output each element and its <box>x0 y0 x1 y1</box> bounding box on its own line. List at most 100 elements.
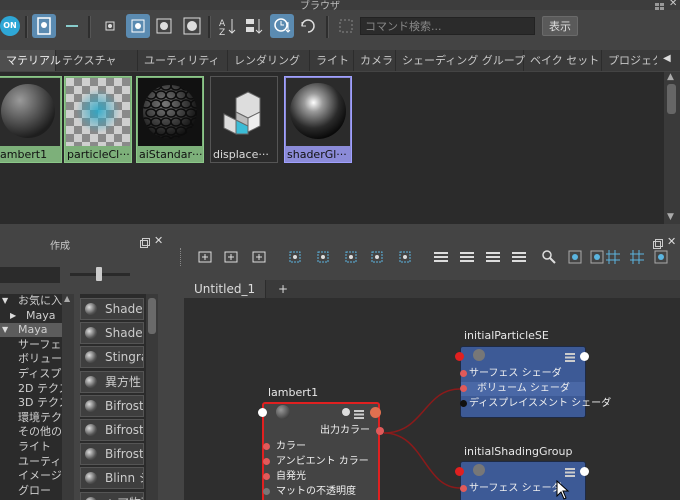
node-type-item[interactable]: Stingra <box>80 346 144 369</box>
float-panel-icon[interactable] <box>653 238 663 252</box>
node-type-item[interactable]: Bifrost <box>80 443 144 466</box>
large-swatch-button[interactable] <box>152 14 176 38</box>
tree-scrollbar[interactable]: ▲ <box>62 294 74 500</box>
sort-by-name-button[interactable]: AZ <box>216 14 240 38</box>
command-search-input[interactable]: コマンド検索... <box>360 17 535 35</box>
port-surface-shader[interactable] <box>460 485 467 492</box>
swatch-toggle-button[interactable] <box>566 248 584 266</box>
tab-6[interactable]: シェーディング グループ <box>396 50 525 71</box>
swatch-toggle-icon[interactable] <box>342 408 350 416</box>
port-ambient-color[interactable] <box>263 458 270 465</box>
tab-4[interactable]: ライト <box>310 50 354 71</box>
rearrange-button[interactable] <box>368 248 386 266</box>
add-tab-button[interactable]: + <box>268 280 298 298</box>
filter-button[interactable] <box>334 14 358 38</box>
expand-arrow-down-icon[interactable]: ▼ <box>2 294 8 308</box>
frame-out-button[interactable] <box>222 248 240 266</box>
window-grid-icon[interactable] <box>655 0 665 10</box>
port-matte-opacity[interactable] <box>263 488 270 495</box>
snap-button[interactable] <box>396 248 414 266</box>
list-view-button[interactable] <box>60 14 84 38</box>
node-initial-particle-se[interactable]: サーフェス シェーダ ボリューム シェーダ ディスプレイスメント シェーダ <box>455 346 611 418</box>
shader-ball-icon <box>85 448 97 461</box>
node-type-item[interactable]: Bifrost <box>80 419 144 441</box>
port-incandescence[interactable] <box>263 473 270 480</box>
tab-0[interactable]: マテリアル <box>0 50 61 71</box>
tree-item-label: ユーティリ <box>18 454 62 468</box>
node-type-item[interactable]: Shader <box>80 298 144 320</box>
output-port[interactable] <box>370 407 381 418</box>
node-type-item[interactable]: Bifrost <box>80 394 144 417</box>
port-surface-shader[interactable] <box>460 370 467 377</box>
expand-arrow-down-icon[interactable]: ▼ <box>2 323 8 337</box>
node-type-item[interactable]: Blinn シ <box>80 467 144 490</box>
swatch-view-button[interactable] <box>32 14 56 38</box>
port-displacement-shader[interactable] <box>460 400 467 407</box>
grid-toggle-button[interactable] <box>604 248 622 266</box>
on-toggle-button[interactable]: ON <box>0 16 20 36</box>
window-close-icon[interactable]: ✕ <box>669 0 677 9</box>
material-swatch-3[interactable]: displace··· <box>210 76 278 163</box>
create-filter-input[interactable] <box>0 267 60 283</box>
medium-swatch-button[interactable] <box>126 14 150 38</box>
expand-arrow-right-icon[interactable]: ▶ <box>10 309 16 323</box>
show-button[interactable]: 表示 <box>542 16 578 36</box>
node-type-item[interactable]: ヘア物理 <box>80 491 144 500</box>
tab-2[interactable]: ユーティリティ <box>138 50 228 71</box>
node-type-item[interactable]: Shader <box>80 322 144 345</box>
port-out-color[interactable] <box>376 427 384 435</box>
tab-5[interactable]: カメラ <box>354 50 396 71</box>
attribute-display-icon[interactable] <box>354 408 364 422</box>
scroll-up-icon[interactable]: ▲ <box>64 294 70 303</box>
graph-network-button[interactable] <box>286 248 304 266</box>
small-swatch-button[interactable] <box>98 14 122 38</box>
input-port[interactable] <box>455 467 464 476</box>
port-volume-shader[interactable] <box>460 385 467 392</box>
close-panel-icon[interactable]: ✕ <box>154 234 163 247</box>
layout-1-button[interactable] <box>432 248 450 266</box>
layout-2-button[interactable] <box>458 248 476 266</box>
input-port[interactable] <box>455 352 464 361</box>
layout-4-button[interactable] <box>510 248 528 266</box>
scroll-thumb[interactable] <box>667 84 676 114</box>
tab-untitled-1[interactable]: Untitled_1 <box>184 280 267 298</box>
tab-untitled-1-label: Untitled_1 <box>194 282 256 296</box>
output-port[interactable] <box>580 467 589 476</box>
input-port[interactable] <box>258 408 267 417</box>
collapse-button[interactable] <box>250 248 268 266</box>
sort-by-type-button[interactable] <box>242 14 266 38</box>
node-lambert1[interactable]: 出力カラー カラー アンビエント カラー 自発光 マットの不透明度 <box>258 402 384 500</box>
panel-splitter[interactable] <box>0 224 680 234</box>
tab-1[interactable]: テクスチャ <box>56 50 138 71</box>
material-swatch-4[interactable]: shaderGl··· <box>284 76 352 163</box>
reverse-order-button[interactable] <box>296 14 320 38</box>
attribute-display-icon[interactable] <box>565 351 575 365</box>
float-panel-icon[interactable] <box>140 237 150 251</box>
scroll-down-icon[interactable]: ▼ <box>667 212 674 222</box>
xlarge-swatch-button[interactable] <box>180 14 204 38</box>
material-swatch-1[interactable]: particleCl··· <box>64 76 132 163</box>
scroll-up-icon[interactable]: ▲ <box>667 72 674 82</box>
browser-scrollbar[interactable]: ▲ ▼ <box>664 72 680 224</box>
fit-grid-button[interactable] <box>628 248 646 266</box>
list-scroll-thumb[interactable] <box>148 298 156 334</box>
node-type-item[interactable]: 異方性 <box>80 370 144 393</box>
tree-item[interactable]: ▼ Maya <box>0 323 62 338</box>
tab-scroll-left-icon[interactable]: ◀ <box>663 53 671 64</box>
add-selected-button[interactable] <box>314 248 332 266</box>
node-graph-canvas[interactable]: initialParticleSE サーフェス シェーダ ボリューム シェーダ … <box>184 298 680 500</box>
output-port[interactable] <box>580 352 589 361</box>
tab-7[interactable]: ベイク セット <box>524 50 602 71</box>
search-node-button[interactable] <box>540 248 558 266</box>
sort-by-time-button[interactable] <box>270 14 294 38</box>
frame-in-button[interactable] <box>196 248 214 266</box>
close-panel-icon[interactable]: ✕ <box>667 235 676 248</box>
remove-selected-button[interactable] <box>342 248 360 266</box>
attribute-display-icon[interactable] <box>565 466 575 480</box>
icon-size-slider-handle[interactable] <box>96 267 102 281</box>
material-swatch-0[interactable]: lambert1 <box>0 76 62 163</box>
material-swatch-2[interactable]: aiStandar··· <box>136 76 204 163</box>
port-color[interactable] <box>263 443 270 450</box>
tab-3[interactable]: レンダリング <box>228 50 310 71</box>
layout-3-button[interactable] <box>484 248 502 266</box>
